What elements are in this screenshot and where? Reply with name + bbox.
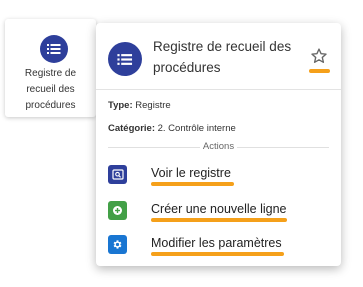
actions-heading-row: Actions (108, 141, 329, 153)
list-icon (108, 42, 142, 76)
type-value: Registre (135, 100, 171, 111)
star-outline-icon[interactable] (310, 47, 328, 65)
popup-title: Registre de recueil des procédures (153, 39, 292, 75)
create-new-line-action[interactable]: Créer une nouvelle ligne (108, 199, 331, 222)
divider (237, 147, 329, 148)
view-register-icon (108, 165, 127, 184)
type-label: Type: (108, 100, 133, 111)
tile-label: Registre de recueil des procédures (24, 68, 77, 111)
type-row: Type: Registre (108, 100, 171, 111)
edit-settings-action[interactable]: Modifier les paramètres (108, 233, 331, 256)
edit-settings-highlight (151, 252, 284, 256)
plus-circle-icon (108, 201, 127, 220)
create-new-line-highlight (151, 218, 287, 222)
create-new-line-label[interactable]: Créer une nouvelle ligne (151, 202, 287, 216)
view-register-action[interactable]: Voir le registre (108, 163, 331, 186)
header-divider (96, 89, 341, 90)
star-highlight (309, 69, 330, 73)
gear-icon (108, 235, 127, 254)
view-register-label[interactable]: Voir le registre (151, 166, 231, 180)
edit-settings-label[interactable]: Modifier les paramètres (151, 236, 282, 250)
list-icon (40, 35, 68, 63)
view-register-highlight (151, 182, 234, 186)
category-label: Catégorie: (108, 123, 155, 134)
register-popup: Registre de recueil des procédures Type:… (96, 23, 341, 266)
category-value: 2. Contrôle interne (157, 123, 236, 134)
category-row: Catégorie: 2. Contrôle interne (108, 123, 236, 134)
register-tile[interactable]: Registre de recueil des procédures (5, 19, 96, 117)
